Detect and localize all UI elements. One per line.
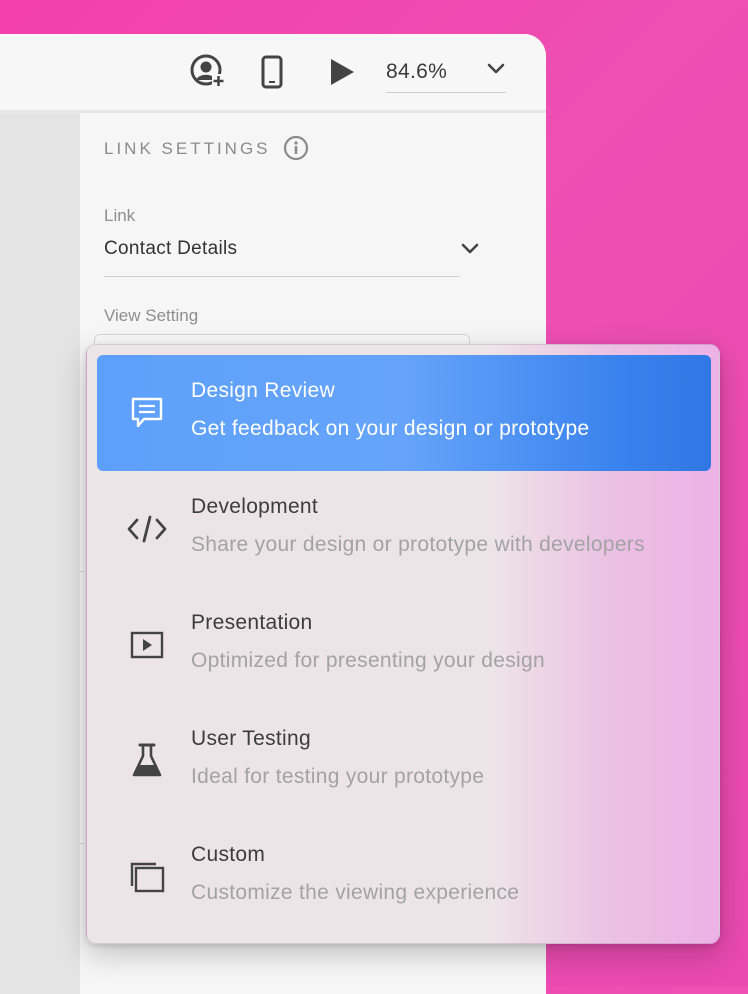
menu-item-subtitle: Optimized for presenting your design xyxy=(191,649,545,672)
menu-item-subtitle: Customize the viewing experience xyxy=(191,881,520,904)
menu-item-presentation[interactable]: Presentation Optimized for presenting yo… xyxy=(97,587,711,703)
divider xyxy=(80,843,84,844)
menu-item-title: Development xyxy=(191,495,319,518)
menu-item-title: Custom xyxy=(191,843,266,866)
link-value: Contact Details xyxy=(104,238,238,259)
menu-item-custom[interactable]: Custom Customize the viewing experience xyxy=(97,819,711,935)
menu-item-design-review[interactable]: Design Review Get feedback on your desig… xyxy=(97,355,711,471)
add-user-icon[interactable] xyxy=(190,54,226,90)
mobile-device-icon[interactable] xyxy=(258,54,286,90)
code-icon xyxy=(127,509,167,549)
chevron-down-icon xyxy=(486,62,506,81)
link-dropdown[interactable]: Contact Details xyxy=(104,230,460,277)
menu-item-title: Design Review xyxy=(191,379,335,402)
menu-item-subtitle: Get feedback on your design or prototype xyxy=(191,417,590,440)
menu-item-development[interactable]: Development Share your design or prototy… xyxy=(97,471,711,587)
toolbar: 84.6% xyxy=(0,34,546,113)
play-icon[interactable] xyxy=(326,54,358,90)
menu-item-subtitle: Share your design or prototype with deve… xyxy=(191,533,645,556)
flask-icon xyxy=(127,741,167,781)
menu-item-title: User Testing xyxy=(191,727,311,750)
menu-item-subtitle: Ideal for testing your prototype xyxy=(191,765,485,788)
menu-item-title: Presentation xyxy=(191,611,313,634)
divider xyxy=(80,571,84,572)
link-label: Link xyxy=(104,206,136,225)
stacked-windows-icon xyxy=(127,857,167,897)
zoom-select[interactable]: 84.6% xyxy=(386,56,506,93)
info-icon[interactable] xyxy=(283,135,309,166)
chevron-down-icon[interactable] xyxy=(460,242,480,261)
zoom-value: 84.6% xyxy=(386,60,448,83)
comment-icon xyxy=(127,393,167,433)
canvas-area xyxy=(0,113,80,994)
menu-item-user-testing[interactable]: User Testing Ideal for testing your prot… xyxy=(97,703,711,819)
view-setting-menu: Design Review Get feedback on your desig… xyxy=(86,344,720,944)
panel-title: LINK SETTINGS xyxy=(104,139,271,158)
play-box-icon xyxy=(127,625,167,665)
view-setting-label: View Setting xyxy=(104,306,199,325)
